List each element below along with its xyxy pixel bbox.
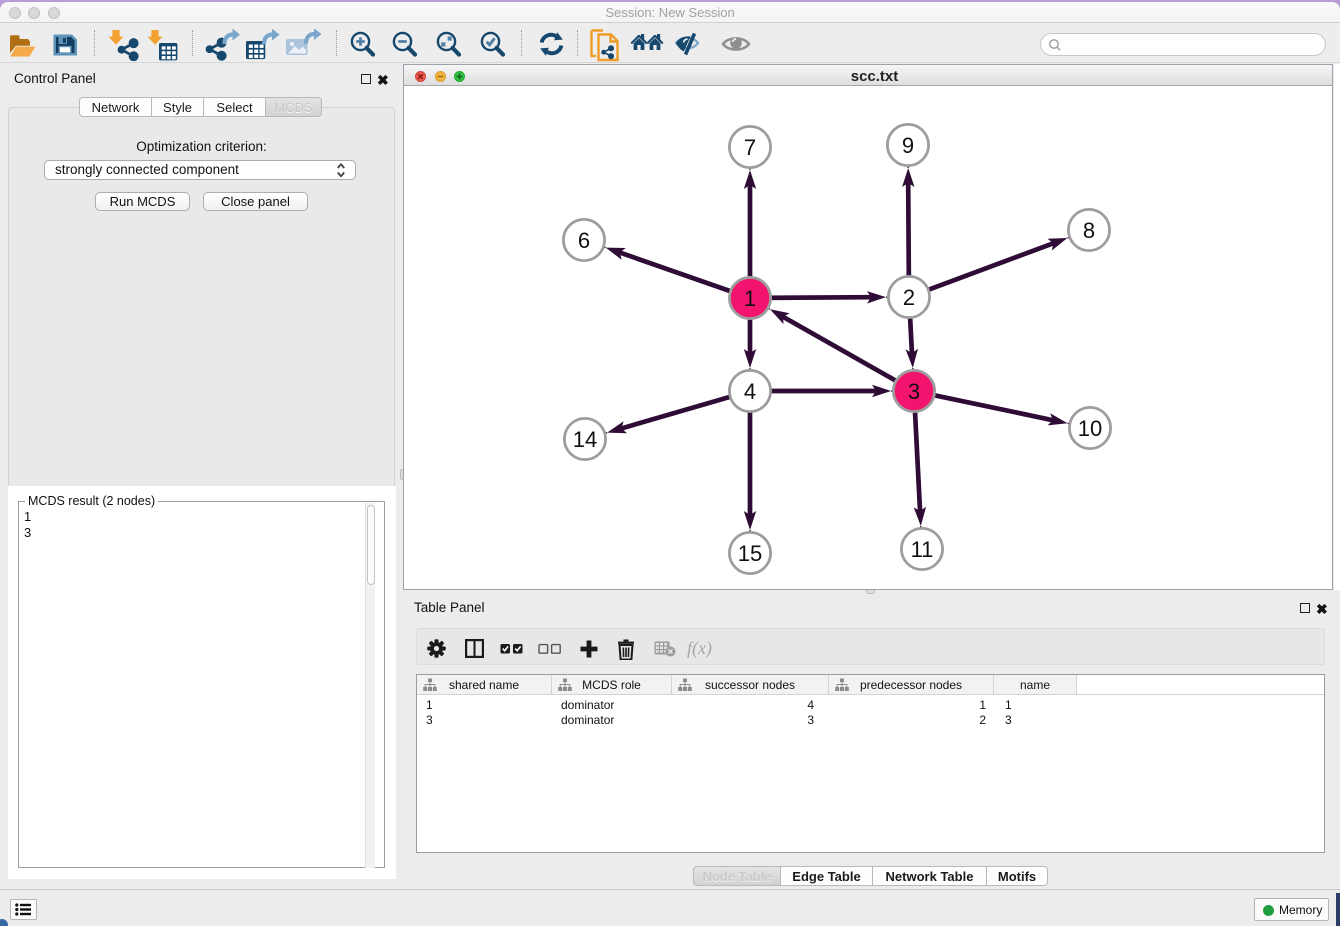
svg-text:7: 7 (744, 135, 756, 160)
svg-text:2: 2 (903, 285, 915, 310)
svg-text:8: 8 (1083, 218, 1095, 243)
svg-text:10: 10 (1078, 416, 1102, 441)
svg-text:9: 9 (902, 133, 914, 158)
svg-text:3: 3 (908, 379, 920, 404)
svg-text:1: 1 (744, 286, 756, 311)
svg-text:6: 6 (578, 228, 590, 253)
svg-text:15: 15 (738, 541, 762, 566)
svg-text:14: 14 (573, 427, 597, 452)
svg-text:4: 4 (744, 379, 756, 404)
svg-text:11: 11 (911, 537, 934, 562)
